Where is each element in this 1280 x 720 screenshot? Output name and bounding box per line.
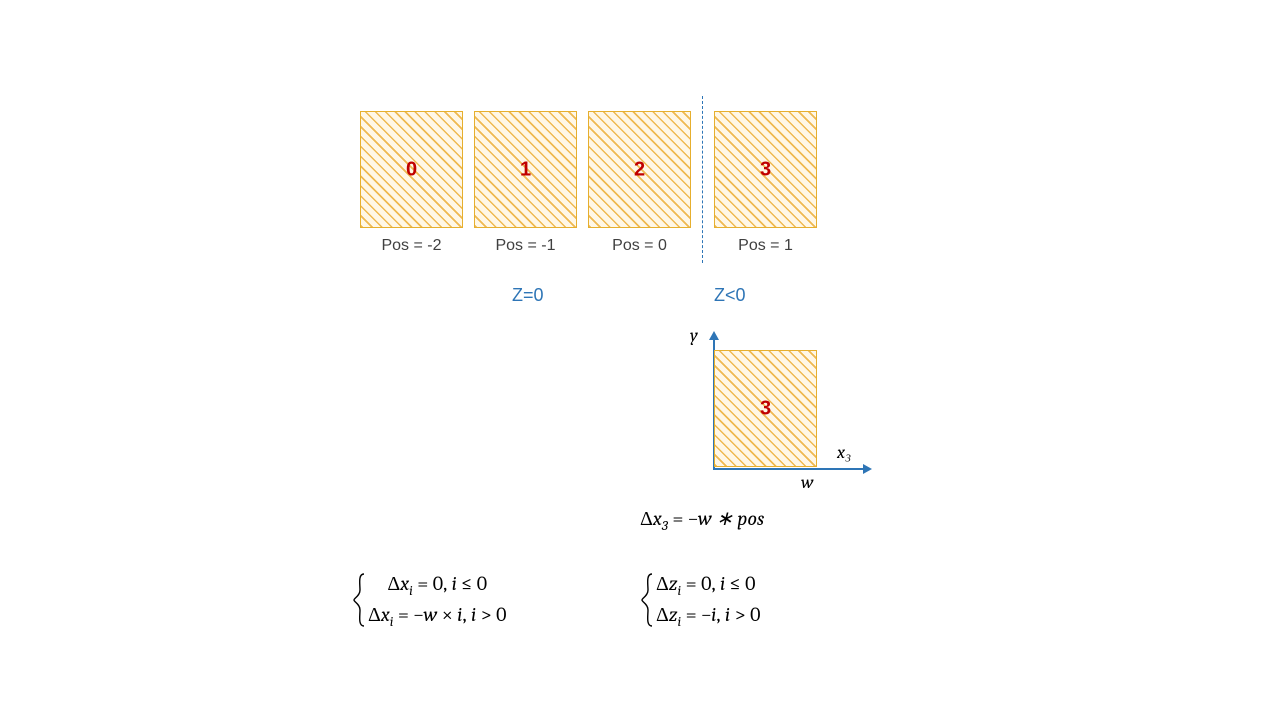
- z-right-label: Z<0: [714, 285, 746, 306]
- panel-2: 2: [588, 111, 691, 228]
- panel-3-caption: Pos = 1: [714, 237, 817, 255]
- x-axis-line: [713, 468, 865, 470]
- axis-panel-label: 3: [760, 397, 771, 420]
- brace-icon: [352, 572, 366, 628]
- panel-3: 3: [714, 111, 817, 228]
- panel-3-label: 3: [760, 158, 771, 181]
- system-x: Δxi = 0, i ≤ 0 Δxi = −w × i, i > 0: [352, 572, 506, 630]
- panel-0: 0: [360, 111, 463, 228]
- panel-0-label: 0: [406, 158, 417, 181]
- z-divider: [702, 96, 703, 263]
- delta-x3-equation: Δx3 = −w ∗ pos: [640, 506, 764, 534]
- panel-1: 1: [474, 111, 577, 228]
- system-z-row1: Δzi = 0, i ≤ 0: [656, 572, 760, 599]
- system-x-row2: Δxi = −w × i, i > 0: [368, 603, 506, 630]
- brace-icon: [640, 572, 654, 628]
- y-axis-arrowhead-icon: [709, 331, 719, 340]
- system-z: Δzi = 0, i ≤ 0 Δzi = −i, i > 0: [640, 572, 760, 630]
- y-axis-label: y: [690, 325, 698, 346]
- x-axis-arrowhead-icon: [863, 464, 872, 474]
- z-left-label: Z=0: [512, 285, 544, 306]
- system-x-row1: Δxi = 0, i ≤ 0: [368, 572, 506, 599]
- panel-2-caption: Pos = 0: [588, 237, 691, 255]
- panel-1-caption: Pos = -1: [474, 237, 577, 255]
- panel-2-label: 2: [634, 158, 645, 181]
- diagram-stage: 0 1 2 3 Pos = -2 Pos = -1 Pos = 0 Pos = …: [0, 0, 1280, 720]
- system-z-row2: Δzi = −i, i > 0: [656, 603, 760, 630]
- axis-panel: 3: [714, 350, 817, 467]
- panel-0-caption: Pos = -2: [360, 237, 463, 255]
- x-axis-label: x₃: [837, 442, 851, 463]
- w-label: w: [801, 472, 814, 493]
- panel-1-label: 1: [520, 158, 531, 181]
